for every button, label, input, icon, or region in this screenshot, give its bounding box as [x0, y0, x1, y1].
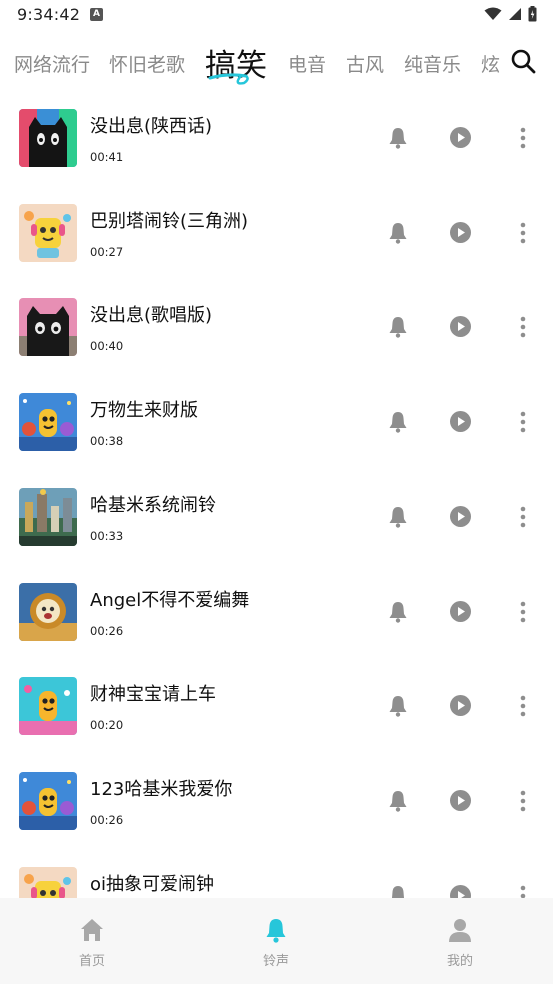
set-ringtone-bell-icon[interactable]	[387, 221, 409, 245]
set-ringtone-bell-icon[interactable]	[387, 884, 409, 898]
wifi-icon	[484, 7, 502, 20]
battery-icon	[528, 6, 537, 22]
more-options-icon[interactable]	[513, 884, 533, 898]
ringtone-cover-image[interactable]	[19, 771, 77, 830]
nav-home-label: 首页	[78, 954, 105, 969]
ringtone-row[interactable]: 万物生来财版 00:38	[0, 376, 553, 471]
more-options-icon[interactable]	[513, 315, 533, 339]
ringtone-cover-image[interactable]	[19, 393, 77, 452]
nav-mine[interactable]: 我的	[420, 916, 500, 972]
play-icon[interactable]	[449, 126, 472, 149]
ringtone-duration: 00:20	[90, 718, 124, 733]
ringtone-duration: 00:41	[90, 150, 124, 164]
ringtone-title: 123哈基米我爱你	[90, 778, 233, 800]
more-options-icon[interactable]	[513, 694, 533, 718]
status-bar: 9:34:42 A	[0, 0, 553, 30]
tab-gufeng[interactable]: 古风	[346, 50, 384, 77]
tab-huaijiu-laoge[interactable]: 怀旧老歌	[109, 50, 185, 77]
more-options-icon[interactable]	[513, 410, 533, 434]
tab-chunyinyue[interactable]: 纯音乐	[404, 50, 461, 77]
status-icons	[484, 6, 537, 22]
ringtone-row[interactable]: 哈基米系统闹铃 00:33	[0, 471, 553, 566]
bottom-nav: 首页 铃声 我的	[0, 898, 553, 984]
ringtone-row[interactable]: 巴别塔闹铃(三角洲) 00:27	[0, 187, 553, 282]
ringtone-cover-image[interactable]	[19, 487, 77, 546]
active-tab-indicator	[208, 73, 249, 85]
ringtone-cover-image[interactable]	[19, 866, 77, 898]
play-icon[interactable]	[449, 505, 472, 528]
set-ringtone-bell-icon[interactable]	[387, 505, 409, 529]
set-ringtone-bell-icon[interactable]	[387, 315, 409, 339]
nav-ringtone[interactable]: 铃声	[236, 916, 316, 972]
nav-ringtone-label: 铃声	[262, 954, 289, 969]
ringtone-duration: 00:38	[90, 434, 124, 449]
tab-dianyin[interactable]: 电音	[288, 50, 326, 77]
ringtone-row[interactable]: oi抽象可爱闹钟	[0, 850, 553, 898]
play-icon[interactable]	[449, 315, 472, 338]
ringtone-row[interactable]: 没出息(陕西话) 00:41	[0, 92, 553, 187]
ringtone-title: 财神宝宝请上车	[90, 684, 216, 706]
ringtone-cover-image[interactable]	[19, 582, 77, 641]
user-icon	[449, 919, 471, 942]
ringtone-row[interactable]: 财神宝宝请上车 00:20	[0, 660, 553, 755]
play-icon[interactable]	[449, 694, 472, 717]
ringtone-title: Angel不得不爱编舞	[90, 589, 250, 611]
ringtone-cover-image[interactable]	[19, 677, 77, 736]
ringtone-title: 没出息(陕西话)	[90, 116, 213, 137]
ringtone-title: 万物生来财版	[90, 400, 198, 422]
ringtone-duration: 00:40	[90, 339, 124, 354]
play-icon[interactable]	[449, 221, 472, 244]
notification-badge: A	[90, 8, 103, 21]
play-icon[interactable]	[449, 600, 472, 623]
set-ringtone-bell-icon[interactable]	[387, 600, 409, 624]
ringtone-list[interactable]: 没出息(陕西话) 00:41 巴别塔闹铃(三角洲) 00:27 没出息(歌唱版) 00:4…	[0, 92, 553, 898]
nav-home[interactable]: 首页	[52, 916, 132, 972]
ringtone-duration: 00:27	[90, 244, 124, 259]
ringtone-row[interactable]: Angel不得不爱编舞 00:26	[0, 566, 553, 661]
ringtone-duration: 00:33	[90, 528, 124, 543]
set-ringtone-bell-icon[interactable]	[387, 410, 409, 434]
play-icon[interactable]	[449, 789, 472, 812]
status-time: 9:34:42	[17, 5, 81, 24]
ringtone-title: 哈基米系统闹铃	[90, 494, 216, 516]
nav-mine-label: 我的	[446, 954, 473, 969]
set-ringtone-bell-icon[interactable]	[387, 694, 409, 718]
tab-xuan[interactable]: 炫	[481, 50, 500, 77]
play-icon[interactable]	[449, 410, 472, 433]
bell-icon	[266, 919, 286, 943]
ringtone-title: 巴别塔闹铃(三角洲)	[90, 210, 249, 232]
ringtone-cover-image[interactable]	[19, 298, 77, 357]
signal-icon	[509, 8, 521, 20]
ringtone-cover-image[interactable]	[19, 109, 77, 167]
set-ringtone-bell-icon[interactable]	[387, 789, 409, 813]
more-options-icon[interactable]	[513, 789, 533, 813]
ringtone-duration: 00:26	[90, 812, 124, 827]
ringtone-cover-image[interactable]	[19, 203, 77, 262]
ringtone-row[interactable]: 没出息(歌唱版) 00:40	[0, 281, 553, 376]
more-options-icon[interactable]	[513, 221, 533, 245]
tab-wangluo-liuxing[interactable]: 网络流行	[14, 50, 90, 77]
ringtone-title: 没出息(歌唱版)	[90, 305, 213, 327]
more-options-icon[interactable]	[513, 126, 533, 150]
category-tabs: 网络流行 怀旧老歌 搞笑 电音 古风 纯音乐 炫	[0, 38, 553, 94]
ringtone-duration: 00:26	[90, 623, 124, 638]
set-ringtone-bell-icon[interactable]	[387, 126, 409, 150]
ringtone-title: oi抽象可爱闹钟	[90, 873, 215, 895]
more-options-icon[interactable]	[513, 505, 533, 529]
play-icon[interactable]	[449, 884, 472, 898]
ringtone-row[interactable]: 123哈基米我爱你 00:26	[0, 755, 553, 850]
search-icon[interactable]	[509, 47, 537, 75]
more-options-icon[interactable]	[513, 600, 533, 624]
home-icon	[81, 919, 103, 941]
